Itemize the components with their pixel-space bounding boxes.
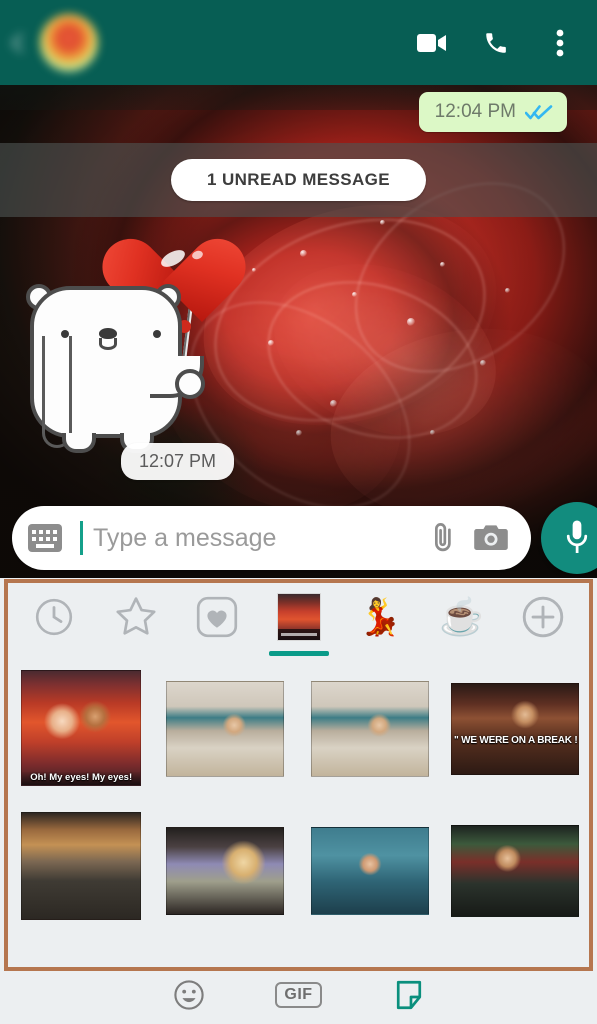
- coffee-cup-icon: ☕: [439, 596, 484, 637]
- outgoing-message-row: 12:04 PM: [418, 92, 567, 132]
- sticker-tab-starred[interactable]: [104, 585, 168, 649]
- add-sticker-pack-button[interactable]: [511, 585, 575, 649]
- star-icon: [115, 597, 156, 635]
- sticker-item-ross-we-were-on-a-break[interactable]: " WE WERE ON A BREAK ! ": [451, 683, 579, 775]
- chat-header: [0, 0, 597, 85]
- bear-leg-left: [62, 433, 96, 453]
- sticker-cell[interactable]: [451, 812, 579, 930]
- sticker-cell[interactable]: Oh! My eyes! My eyes!: [18, 670, 144, 788]
- sticker-picker-panel: 💃 ☕ Oh! My eyes! My eyes! " WE WERE ON A…: [0, 578, 597, 1024]
- unread-divider: 1 UNREAD MESSAGE: [0, 143, 597, 217]
- sticker-tab-party[interactable]: 💃: [348, 585, 412, 649]
- sticker-timestamp: 12:07 PM: [139, 451, 217, 471]
- contact-status: [112, 48, 247, 63]
- sticker-tab-button[interactable]: [383, 973, 435, 1017]
- sticker-timestamp-badge: 12:07 PM: [121, 443, 235, 480]
- bear-eye-right: [153, 330, 161, 338]
- video-call-icon[interactable]: [417, 28, 447, 58]
- text-cursor: [80, 521, 83, 555]
- microphone-icon: [566, 520, 588, 553]
- bear-eye-left: [61, 330, 69, 338]
- bear-mouth: [99, 338, 117, 350]
- sticker-tab-favorites[interactable]: [185, 585, 249, 649]
- sticker-item-monica-turkey-head[interactable]: [166, 827, 285, 915]
- message-timestamp: 12:04 PM: [434, 101, 516, 122]
- voice-record-button[interactable]: [541, 502, 597, 574]
- more-options-icon[interactable]: [545, 28, 575, 58]
- sticker-caption: " WE WERE ON A BREAK ! ": [454, 735, 579, 747]
- contact-name: [112, 22, 227, 43]
- paperclip-icon[interactable]: [423, 518, 463, 558]
- sticker-cell[interactable]: " WE WERE ON A BREAK ! ": [451, 670, 579, 788]
- smiley-icon: [173, 980, 204, 1010]
- sticker-cell[interactable]: [162, 670, 288, 788]
- unread-badge: 1 UNREAD MESSAGE: [170, 159, 427, 201]
- sticker-item-phoebe-oh-my-eyes[interactable]: Oh! My eyes! My eyes!: [21, 670, 142, 786]
- friends-sticker-pack-thumb: [276, 593, 321, 641]
- avatar[interactable]: [40, 13, 98, 72]
- sticker-item-joey-rubbing-hands[interactable]: [166, 681, 285, 777]
- message-input-container[interactable]: [12, 506, 531, 570]
- search-input[interactable]: [91, 523, 415, 553]
- unread-label: 1 UNREAD MESSAGE: [206, 170, 391, 189]
- bear-paw: [175, 369, 205, 399]
- keyboard-icon[interactable]: [28, 524, 62, 552]
- sticker-tab-recents[interactable]: [22, 585, 86, 649]
- sticker-item-phoebe-under-table[interactable]: [21, 812, 142, 920]
- sticker-cell[interactable]: [307, 812, 433, 930]
- sticker-tab-friends[interactable]: [267, 585, 331, 656]
- outgoing-message-bubble[interactable]: 12:04 PM: [418, 92, 567, 132]
- received-sticker-message[interactable]: [14, 227, 258, 463]
- sticker-pack-tabs: 💃 ☕: [0, 578, 597, 656]
- sticker-item-joey-rubbing-hands-2[interactable]: [310, 681, 429, 777]
- bear-arm-left: [42, 336, 72, 448]
- header-actions: [417, 28, 575, 58]
- emoji-tab-button[interactable]: [163, 973, 215, 1017]
- active-tab-underline: [268, 651, 329, 656]
- phone-call-icon[interactable]: [481, 28, 511, 58]
- sticker-cell[interactable]: [307, 670, 433, 788]
- sticker-caption: Oh! My eyes! My eyes!: [22, 772, 141, 785]
- sticker-cell[interactable]: [162, 812, 288, 930]
- party-people-icon: 💃: [357, 596, 403, 637]
- sticker-item-chandler-leather-jacket[interactable]: [451, 825, 579, 917]
- picker-mode-bar: GIF: [0, 966, 597, 1024]
- plus-circle-icon: [522, 596, 564, 638]
- gif-icon: GIF: [275, 982, 322, 1008]
- message-input-bar: [0, 500, 597, 576]
- heart-icon: [196, 596, 238, 638]
- back-arrow-icon[interactable]: [4, 21, 38, 65]
- gif-tab-button[interactable]: GIF: [273, 973, 325, 1017]
- whatsapp-chat-screen: 12:04 PM 1 UNREAD MESSAGE 12:07 PM Type …: [0, 0, 597, 1024]
- contact-info[interactable]: [112, 22, 417, 63]
- sticker-cell[interactable]: [18, 812, 144, 930]
- sticker-tab-coffee[interactable]: ☕: [430, 585, 494, 649]
- read-receipt-double-check-icon: [525, 105, 553, 120]
- sticker-icon: [396, 980, 421, 1010]
- sticker-item-ross-hands-up[interactable]: [310, 827, 429, 915]
- camera-icon[interactable]: [471, 518, 511, 558]
- clock-icon: [35, 598, 73, 636]
